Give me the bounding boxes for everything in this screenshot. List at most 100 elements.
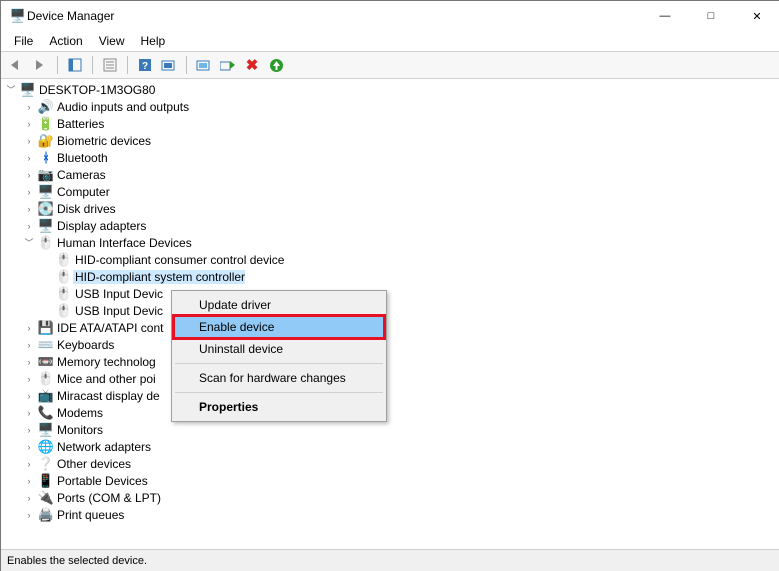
biometric-icon: 🔐 bbox=[37, 133, 55, 149]
tree-item[interactable]: ›📱Portable Devices bbox=[1, 472, 779, 489]
expand-icon[interactable]: › bbox=[21, 408, 37, 418]
tree-item[interactable]: 🖱️HID-compliant consumer control device bbox=[1, 251, 779, 268]
expand-icon[interactable]: › bbox=[21, 476, 37, 486]
tree-item[interactable]: ›🖱️Mice and other poi bbox=[1, 370, 779, 387]
ctx-update-driver[interactable]: Update driver bbox=[174, 294, 384, 316]
tree-item[interactable]: ›❔Other devices bbox=[1, 455, 779, 472]
disk-icon: 💽 bbox=[37, 201, 55, 217]
expand-icon[interactable]: › bbox=[21, 340, 37, 350]
tree-item[interactable]: ›🌐Network adapters bbox=[1, 438, 779, 455]
close-button[interactable]: ✕ bbox=[734, 1, 779, 31]
tree-item-selected[interactable]: 🖱️HID-compliant system controller bbox=[1, 268, 779, 285]
menu-help[interactable]: Help bbox=[134, 32, 173, 50]
ctx-separator bbox=[175, 363, 383, 364]
tree-item[interactable]: ›🔐Biometric devices bbox=[1, 132, 779, 149]
ide-icon: 💾 bbox=[37, 320, 55, 336]
tree-item[interactable]: ›📼Memory technolog bbox=[1, 353, 779, 370]
minimize-button[interactable]: — bbox=[642, 1, 688, 31]
menu-file[interactable]: File bbox=[7, 32, 40, 50]
miracast-icon: 📺 bbox=[37, 388, 55, 404]
tree-item[interactable]: 🖱️USB Input Devic bbox=[1, 302, 779, 319]
ctx-uninstall-device[interactable]: Uninstall device bbox=[174, 338, 384, 360]
battery-icon: 🔋 bbox=[37, 116, 55, 132]
tree-item[interactable]: ›🔋Batteries bbox=[1, 115, 779, 132]
tree-item-hid[interactable]: ﹀🖱️Human Interface Devices bbox=[1, 234, 779, 251]
update-driver-button[interactable] bbox=[195, 56, 213, 74]
tree-item[interactable]: ›💽Disk drives bbox=[1, 200, 779, 217]
tree-item[interactable]: ›📷Cameras bbox=[1, 166, 779, 183]
toolbar-separator bbox=[57, 56, 58, 74]
scan-hardware-button[interactable] bbox=[160, 56, 178, 74]
context-menu: Update driver Enable device Uninstall de… bbox=[171, 290, 387, 422]
ports-icon: 🔌 bbox=[37, 490, 55, 506]
hid-device-icon: 🖱️ bbox=[55, 252, 73, 268]
properties-button[interactable] bbox=[101, 56, 119, 74]
expand-icon[interactable]: › bbox=[21, 119, 37, 129]
tree-item[interactable]: ›🔌Ports (COM & LPT) bbox=[1, 489, 779, 506]
expand-icon[interactable]: › bbox=[21, 510, 37, 520]
enable-device-button[interactable] bbox=[219, 56, 237, 74]
expand-icon[interactable]: › bbox=[21, 136, 37, 146]
audio-icon: 🔊 bbox=[37, 99, 55, 115]
memory-icon: 📼 bbox=[37, 354, 55, 370]
tree-root[interactable]: ﹀ 🖥️ DESKTOP-1M3OG80 bbox=[1, 81, 779, 98]
show-hide-tree-button[interactable] bbox=[66, 56, 84, 74]
computer-icon: 🖥️ bbox=[37, 184, 55, 200]
uninstall-device-button[interactable]: ✖ bbox=[243, 56, 261, 74]
expand-icon[interactable]: › bbox=[21, 153, 37, 163]
monitor-icon: 🖥️ bbox=[37, 422, 55, 438]
collapse-icon[interactable]: ﹀ bbox=[21, 236, 37, 249]
modem-icon: 📞 bbox=[37, 405, 55, 421]
tree-item[interactable]: ›⌨️Keyboards bbox=[1, 336, 779, 353]
mouse-icon: 🖱️ bbox=[37, 371, 55, 387]
tree-item[interactable]: ›💾IDE ATA/ATAPI cont bbox=[1, 319, 779, 336]
tree-item[interactable]: ›🖨️Print queues bbox=[1, 506, 779, 523]
menubar: File Action View Help bbox=[1, 31, 779, 51]
expand-icon[interactable]: › bbox=[21, 102, 37, 112]
computer-icon: 🖥️ bbox=[19, 82, 37, 98]
help-button[interactable]: ? bbox=[136, 56, 154, 74]
expand-icon[interactable]: › bbox=[21, 493, 37, 503]
expand-icon[interactable]: › bbox=[21, 170, 37, 180]
tree-item[interactable]: ›📺Miracast display de bbox=[1, 387, 779, 404]
network-icon: 🌐 bbox=[37, 439, 55, 455]
expand-icon[interactable]: › bbox=[21, 374, 37, 384]
add-legacy-button[interactable] bbox=[267, 56, 285, 74]
tree-item[interactable]: ›🔊Audio inputs and outputs bbox=[1, 98, 779, 115]
ctx-enable-device[interactable]: Enable device bbox=[174, 316, 384, 338]
app-icon: 🖥️ bbox=[9, 8, 27, 24]
other-icon: ❔ bbox=[37, 456, 55, 472]
maximize-button[interactable]: □ bbox=[688, 1, 734, 31]
expand-icon[interactable]: › bbox=[21, 187, 37, 197]
menu-view[interactable]: View bbox=[92, 32, 132, 50]
expand-icon[interactable]: › bbox=[21, 357, 37, 367]
collapse-icon[interactable]: ﹀ bbox=[3, 83, 19, 96]
toolbar: ? ✖ bbox=[1, 51, 779, 79]
expand-icon[interactable]: › bbox=[21, 459, 37, 469]
camera-icon: 📷 bbox=[37, 167, 55, 183]
status-bar: Enables the selected device. bbox=[1, 549, 779, 571]
tree-item[interactable]: ›🖥️Monitors bbox=[1, 421, 779, 438]
device-tree[interactable]: ﹀ 🖥️ DESKTOP-1M3OG80 ›🔊Audio inputs and … bbox=[1, 79, 779, 549]
tree-item[interactable]: ›🖥️Display adapters bbox=[1, 217, 779, 234]
expand-icon[interactable]: › bbox=[21, 442, 37, 452]
expand-icon[interactable]: › bbox=[21, 323, 37, 333]
ctx-scan-hardware[interactable]: Scan for hardware changes bbox=[174, 367, 384, 389]
root-label: DESKTOP-1M3OG80 bbox=[37, 83, 155, 97]
expand-icon[interactable]: › bbox=[21, 391, 37, 401]
expand-icon[interactable]: › bbox=[21, 221, 37, 231]
tree-item[interactable]: 🖱️USB Input Devic bbox=[1, 285, 779, 302]
hid-icon: 🖱️ bbox=[37, 235, 55, 251]
hid-device-icon: 🖱️ bbox=[55, 303, 73, 319]
tree-item[interactable]: ›ᚼBluetooth bbox=[1, 149, 779, 166]
tree-item[interactable]: ›📞Modems bbox=[1, 404, 779, 421]
ctx-properties[interactable]: Properties bbox=[174, 396, 384, 418]
expand-icon[interactable]: › bbox=[21, 204, 37, 214]
forward-button[interactable] bbox=[31, 56, 49, 74]
expand-icon[interactable]: › bbox=[21, 425, 37, 435]
bluetooth-icon: ᚼ bbox=[37, 150, 55, 165]
svg-text:?: ? bbox=[142, 61, 148, 72]
back-button[interactable] bbox=[7, 56, 25, 74]
menu-action[interactable]: Action bbox=[42, 32, 89, 50]
tree-item[interactable]: ›🖥️Computer bbox=[1, 183, 779, 200]
